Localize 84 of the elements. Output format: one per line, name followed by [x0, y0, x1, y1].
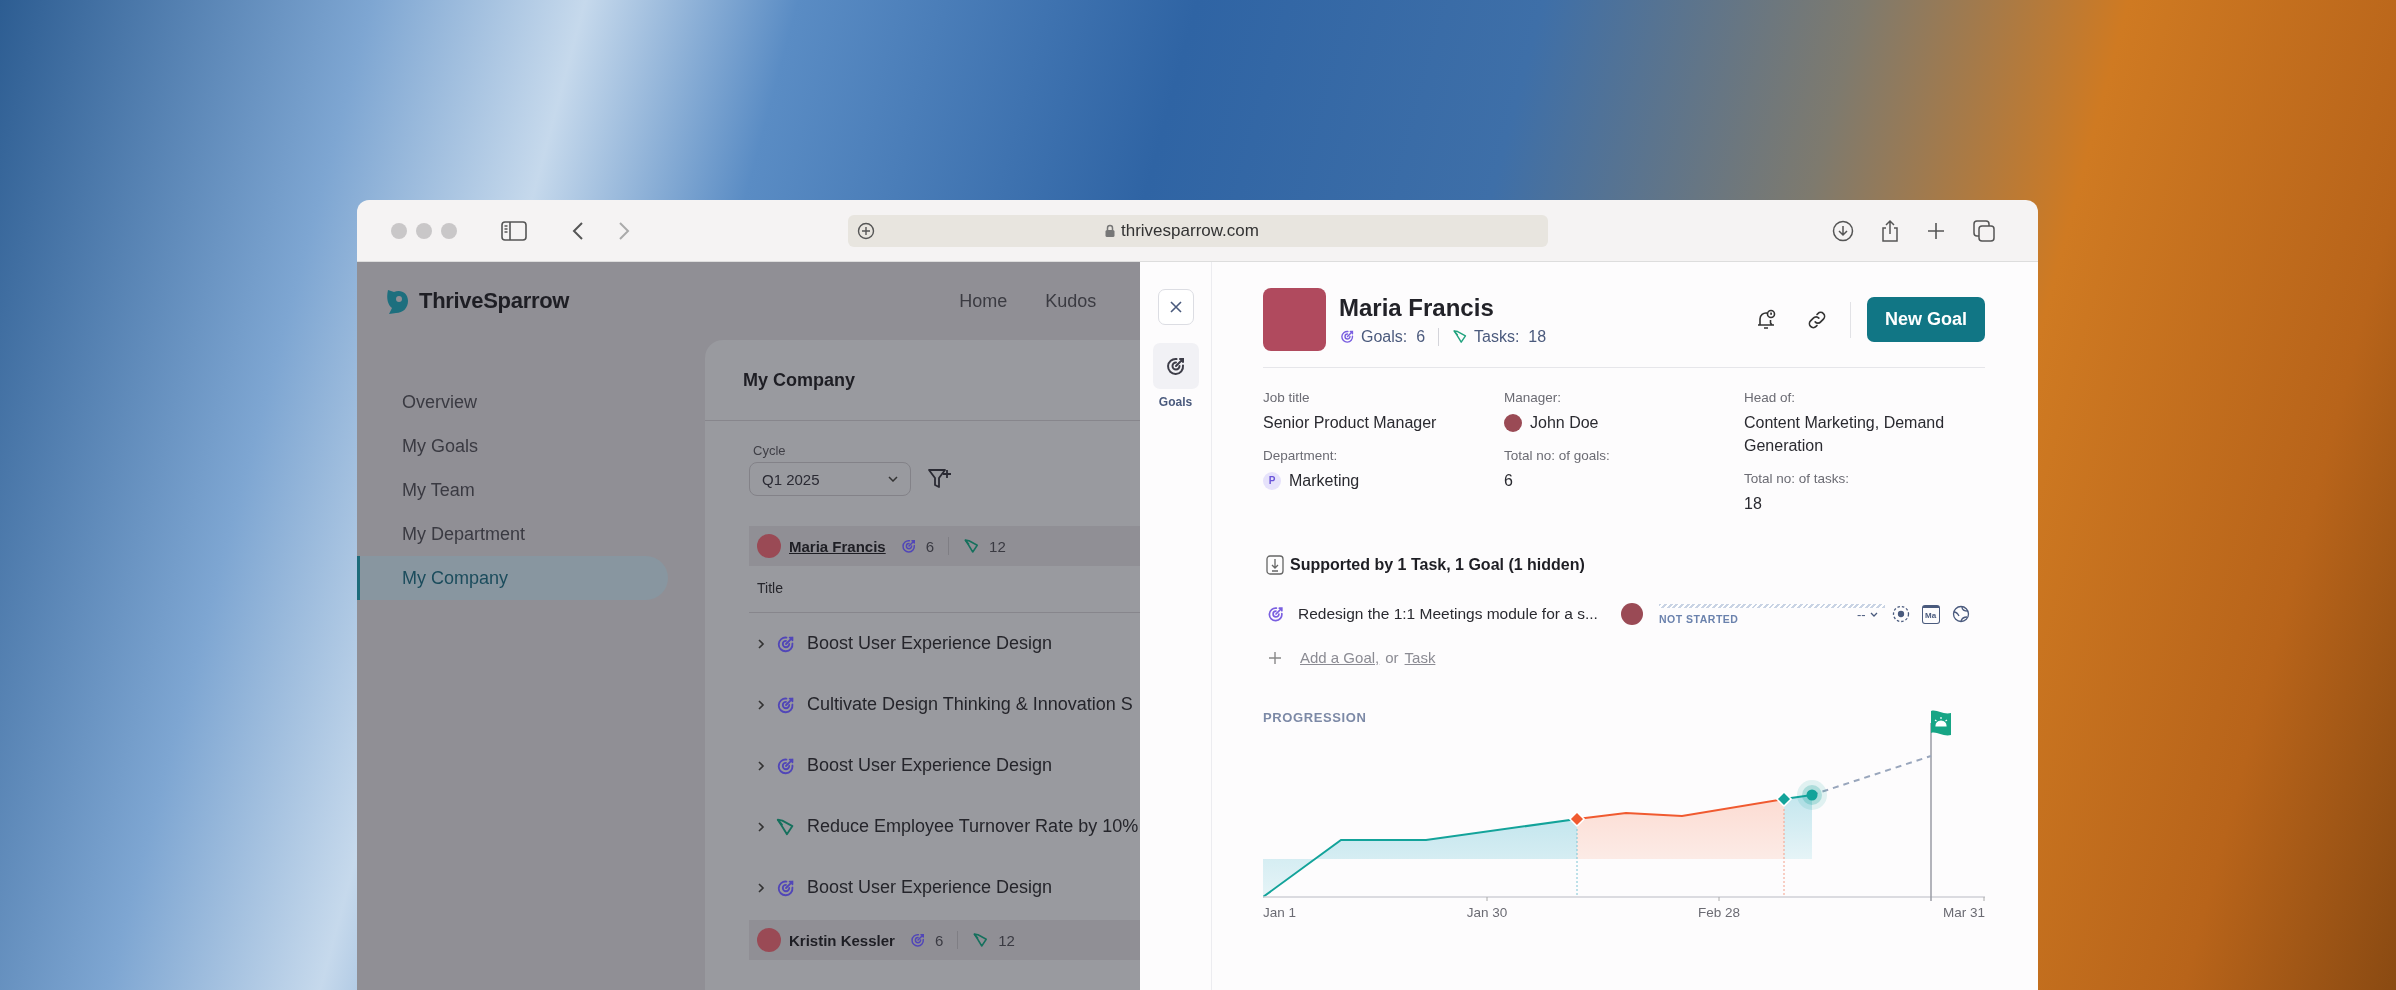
section-heading: PROGRESSION — [1263, 710, 1367, 725]
url-text: thrivesparrow.com — [1121, 220, 1259, 241]
goals-stat: Goals: 6 — [1361, 327, 1426, 346]
field-label: Job title — [1263, 390, 1311, 405]
back-icon[interactable] — [571, 220, 585, 241]
goal-count: 6 — [934, 931, 944, 949]
section-heading: Supported by 1 Task, 1 Goal (1 hidden) — [1290, 556, 1585, 574]
cycle-select[interactable]: Q1 2025 — [749, 462, 911, 496]
chevron-right-icon[interactable] — [757, 698, 765, 711]
bird-logo-icon — [385, 287, 411, 315]
target-arrow-icon — [1266, 604, 1286, 624]
calendar-icon[interactable]: Ma — [1921, 604, 1940, 624]
person-name: Kristin Kessler — [789, 931, 895, 949]
download-box-icon — [1266, 555, 1284, 575]
download-icon[interactable] — [1832, 219, 1854, 242]
sidebar-item[interactable]: My Team — [357, 468, 668, 512]
profile-name: Maria Francis — [1339, 293, 1495, 322]
profile-photo-placeholder — [1263, 288, 1326, 351]
nav-link[interactable]: Kudos — [1045, 290, 1097, 312]
sidebar-toggle-icon[interactable] — [501, 220, 527, 241]
goal-count: 6 — [925, 537, 935, 555]
share-icon[interactable] — [1880, 218, 1900, 243]
sidebar-item[interactable]: My Goals — [357, 424, 668, 468]
field-label: Total no: of tasks: — [1744, 471, 1851, 486]
tasks-stat: Tasks: 18 — [1474, 327, 1547, 346]
tabs-overview-icon[interactable] — [1972, 218, 1996, 243]
globe-icon[interactable] — [1951, 605, 1970, 623]
add-circle-icon[interactable] — [857, 221, 875, 240]
add-goal-link[interactable]: Add a Goal, — [1300, 649, 1380, 666]
axis-label: Feb 28 — [1698, 905, 1740, 920]
avatar — [757, 928, 781, 952]
axis-label: Mar 31 — [1942, 905, 1985, 920]
axis-label: Jan 30 — [1466, 905, 1508, 920]
target-arrow-icon — [908, 931, 927, 949]
avatar — [1621, 603, 1643, 625]
field-value: John Doe — [1530, 413, 1599, 433]
flag-icon — [1931, 710, 1951, 736]
dashed-target-icon[interactable] — [1891, 605, 1910, 623]
close-icon — [1169, 301, 1182, 313]
target-arrow-icon — [1339, 328, 1356, 345]
field-value: Content Marketing, Demand Generation — [1744, 413, 1946, 456]
chevron-right-icon[interactable] — [757, 820, 765, 833]
goal-title[interactable]: Boost User Experience Design — [807, 755, 1053, 776]
new-goal-button[interactable]: New Goal — [1866, 297, 1985, 342]
joiner-text: or — [1385, 649, 1399, 666]
chevron-down-icon — [1869, 611, 1878, 617]
field-value: 6 — [1504, 471, 1513, 491]
chevron-down-icon — [888, 476, 898, 482]
task-count: 12 — [989, 537, 1006, 555]
add-task-link[interactable]: Task — [1404, 649, 1436, 666]
avatar — [1504, 413, 1522, 432]
axis-label: Jan 1 — [1263, 905, 1297, 920]
goal-title[interactable]: Cultivate Design Thinking & Innovation S — [807, 694, 1133, 715]
goal-title[interactable]: Boost User Experience Design — [807, 877, 1053, 898]
field-label: Head of: — [1744, 390, 1797, 405]
sidebar-item[interactable]: My Department — [357, 512, 668, 556]
goal-title[interactable]: Reduce Employee Turnover Rate by 10% — [807, 816, 1139, 837]
target-arrow-icon — [899, 537, 918, 555]
field-label: Total no: of goals: — [1504, 448, 1611, 463]
avatar — [757, 534, 781, 558]
chevron-right-icon[interactable] — [757, 759, 765, 772]
goal-title[interactable]: Redesign the 1:1 Meetings module for a s... — [1298, 605, 1621, 623]
field-label: Cycle — [752, 443, 787, 458]
field-label: Department: — [1263, 448, 1339, 463]
brand-name: ThriveSparrow — [419, 288, 570, 314]
goal-title[interactable]: Boost User Experience Design — [807, 633, 1053, 654]
chevron-right-icon[interactable] — [757, 881, 765, 894]
field-value: Marketing — [1289, 471, 1360, 491]
task-count: 12 — [998, 931, 1015, 949]
sidebar-item[interactable]: My Company — [357, 556, 668, 600]
value-dropdown[interactable]: -- — [1857, 606, 1878, 622]
address-bar[interactable]: thrivesparrow.com — [848, 214, 1548, 247]
lock-icon — [1105, 224, 1115, 237]
nav-link[interactable]: Home — [959, 290, 1008, 312]
department-badge: P — [1263, 471, 1281, 490]
person-name[interactable]: Maria Francis — [789, 537, 886, 555]
close-button[interactable] — [1157, 289, 1194, 325]
plus-icon[interactable] — [1926, 220, 1946, 241]
field-value: 18 — [1744, 494, 1762, 514]
chevron-right-icon[interactable] — [757, 637, 765, 650]
sidebar-item[interactable]: Overview — [357, 380, 668, 424]
field-label: Manager: — [1504, 390, 1563, 405]
field-value: Senior Product Manager — [1263, 413, 1437, 433]
current-point[interactable] — [1797, 780, 1827, 810]
